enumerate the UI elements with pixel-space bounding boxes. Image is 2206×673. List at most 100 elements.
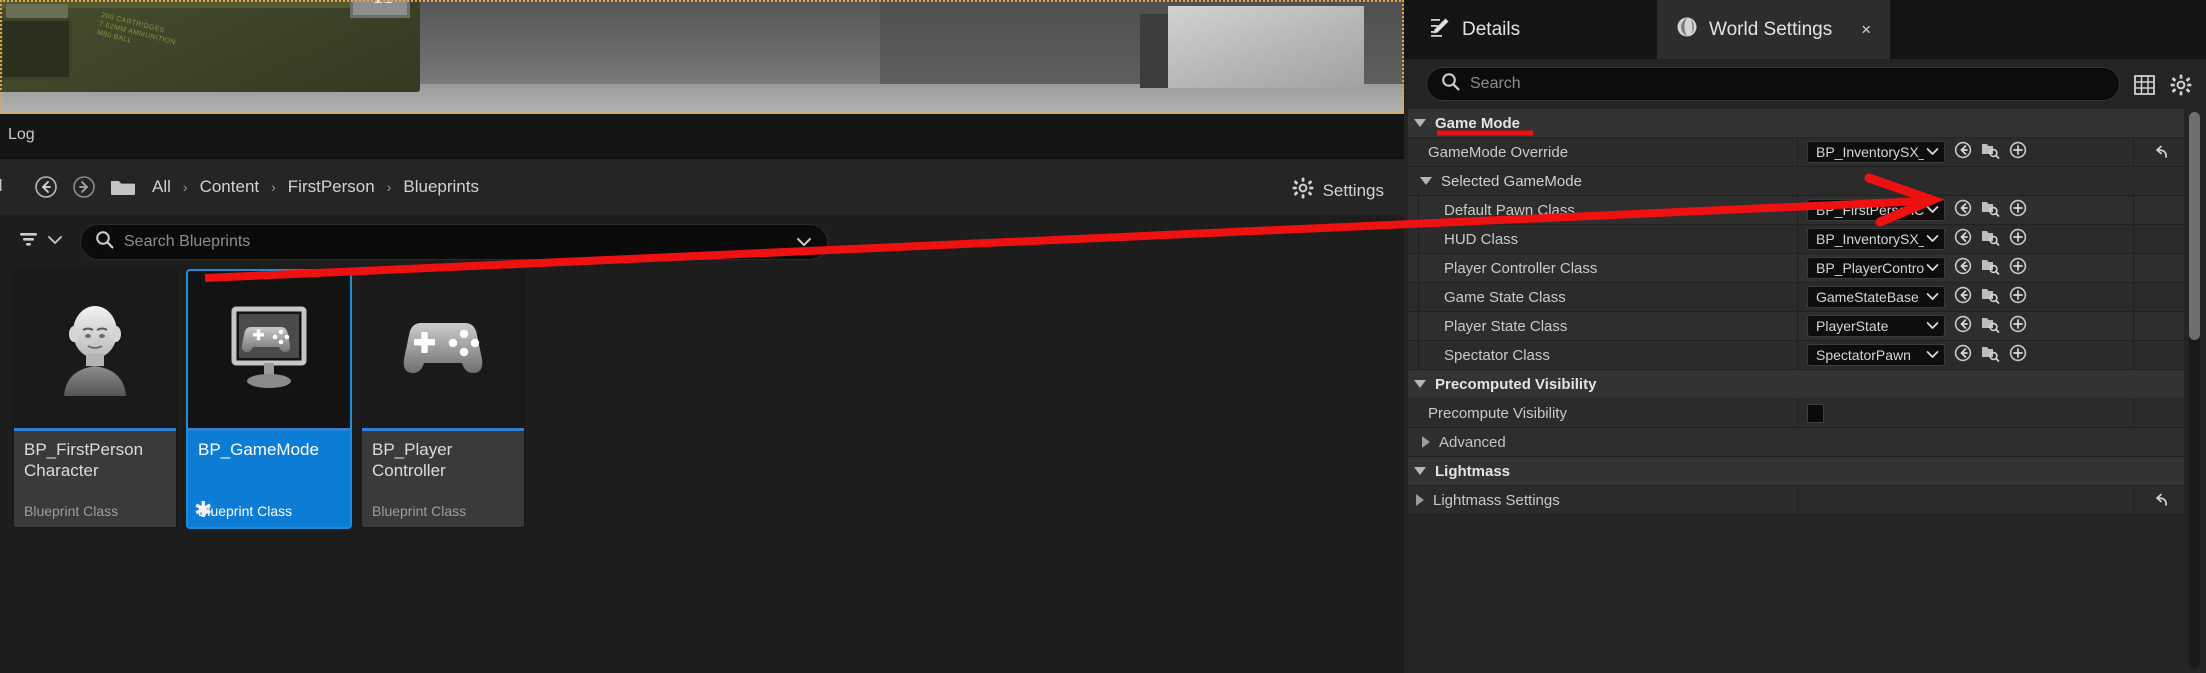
- chevron-down-icon: [1926, 259, 1939, 277]
- details-scrollbar[interactable]: [2189, 112, 2200, 668]
- create-new-asset-icon[interactable]: [2009, 228, 2027, 251]
- breadcrumb-item-all[interactable]: All: [142, 177, 181, 197]
- create-new-asset-icon[interactable]: [2009, 286, 2027, 309]
- tab-world-settings[interactable]: World Settings ×: [1657, 0, 1891, 59]
- log-panel-header[interactable]: Log: [0, 114, 1404, 159]
- search-input[interactable]: Search Blueprints: [80, 224, 828, 260]
- chevron-down-icon[interactable]: [795, 235, 813, 254]
- chevron-down-icon: [1926, 143, 1939, 161]
- player-state-class-combobox[interactable]: PlayerState: [1807, 315, 1945, 337]
- breadcrumb-item-blueprints[interactable]: Blueprints: [393, 177, 489, 197]
- reset-to-default-button[interactable]: [2134, 138, 2184, 166]
- property-value-cell: SpectatorPawn: [1798, 341, 2134, 369]
- breadcrumb-item-content[interactable]: Content: [190, 177, 270, 197]
- player-controller-class-combobox[interactable]: BP_PlayerControlle: [1807, 257, 1945, 279]
- details-pencil-icon: [1429, 16, 1451, 43]
- game-state-class-combobox[interactable]: GameStateBase: [1807, 286, 1945, 308]
- category-header-lightmass[interactable]: Lightmass: [1408, 457, 2184, 486]
- precompute-visibility-checkbox[interactable]: [1807, 403, 1824, 423]
- property-value-cell: PlayerState: [1798, 312, 2134, 340]
- content-browser-settings-button[interactable]: Settings: [1284, 173, 1392, 208]
- use-selected-asset-icon[interactable]: [1954, 228, 1972, 251]
- use-selected-asset-icon[interactable]: [1954, 344, 1972, 367]
- browse-to-asset-icon[interactable]: [1981, 199, 2000, 222]
- arrow-right-circle-icon[interactable]: [72, 175, 96, 199]
- asset-tile-bp-gamemode[interactable]: ✱ BP_GameMode Blueprint Class: [186, 269, 352, 529]
- details-search-input[interactable]: Search: [1426, 67, 2120, 101]
- create-new-asset-icon[interactable]: [2009, 199, 2027, 222]
- property-row-precompute-visibility[interactable]: Precompute Visibility: [1408, 399, 2184, 428]
- property-value-cell: BP_InventorySX_HU: [1798, 225, 2134, 253]
- asset-tile-bp-firstpersoncharacter[interactable]: BP_FirstPerson Character Blueprint Class: [12, 269, 178, 529]
- property-label: Player Controller Class: [1444, 259, 1598, 277]
- arrow-left-circle-icon[interactable]: [34, 175, 58, 199]
- reset-to-default-button[interactable]: [2134, 486, 2184, 514]
- use-selected-asset-icon[interactable]: [1954, 199, 1972, 222]
- create-new-asset-icon[interactable]: [2009, 141, 2027, 164]
- create-new-asset-icon[interactable]: [2009, 257, 2027, 280]
- hud-class-combobox[interactable]: BP_InventorySX_HU: [1807, 228, 1945, 250]
- property-name-cell: Lightmass Settings: [1408, 486, 1798, 514]
- viewport-block-side: [1140, 14, 1170, 88]
- default-pawn-class-combobox[interactable]: BP_FirstPersonCha: [1807, 199, 1945, 221]
- create-new-asset-icon[interactable]: [2009, 315, 2027, 338]
- category-header-game-mode[interactable]: Game Mode: [1408, 109, 2184, 138]
- ammo-box-latch: [0, 18, 72, 80]
- details-scrollbar-thumb[interactable]: [2189, 112, 2200, 340]
- property-row-spectator-class[interactable]: Spectator Class SpectatorPawn: [1408, 341, 2184, 370]
- property-row-hud-class[interactable]: HUD Class BP_InventorySX_HU: [1408, 225, 2184, 254]
- folder-icon[interactable]: [110, 177, 136, 202]
- browse-to-asset-icon[interactable]: [1981, 315, 2000, 338]
- asset-tile-bp-playercontroller[interactable]: BP_Player Controller Blueprint Class: [360, 269, 526, 529]
- asset-name: BP_Player Controller: [372, 440, 453, 480]
- use-selected-asset-icon[interactable]: [1954, 257, 1972, 280]
- use-selected-asset-icon[interactable]: [1954, 141, 1972, 164]
- browse-to-asset-icon[interactable]: [1981, 228, 2000, 251]
- use-selected-asset-icon[interactable]: [1954, 315, 1972, 338]
- property-row-game-state-class[interactable]: Game State Class GameStateBase: [1408, 283, 2184, 312]
- property-row-player-state-class[interactable]: Player State Class PlayerState: [1408, 312, 2184, 341]
- property-value-cell: BP_FirstPersonCha: [1798, 196, 2134, 224]
- subcategory-header-selected-gamemode[interactable]: Selected GameMode: [1408, 167, 2184, 196]
- property-value-cell: BP_PlayerControlle: [1798, 254, 2134, 282]
- chevron-down-icon: [1414, 467, 1426, 475]
- create-new-asset-icon[interactable]: [2009, 344, 2027, 367]
- close-icon[interactable]: ×: [1861, 20, 1871, 40]
- chevron-down-icon: [47, 233, 63, 251]
- property-label: GameMode Override: [1428, 143, 1569, 161]
- asset-tile-grid: BP_FirstPerson Character Blueprint Class: [12, 269, 526, 529]
- asset-name: BP_FirstPerson Character: [24, 440, 144, 480]
- property-row-gamemode-override[interactable]: GameMode Override BP_InventorySX_Ga: [1408, 138, 2184, 167]
- breadcrumb-separator: ›: [271, 179, 276, 195]
- property-name-cell: GameMode Override: [1408, 138, 1798, 166]
- reset-cell-empty: [2134, 283, 2184, 311]
- spectator-class-combobox[interactable]: SpectatorPawn: [1807, 344, 1945, 366]
- level-viewport[interactable]: 200 CARTRIDGES 7.62MM AMMUNITION M80 BAL…: [0, 0, 1404, 114]
- chevron-down-icon: [1926, 346, 1939, 364]
- tree-indent-guide: [1418, 196, 1419, 224]
- property-list: Game Mode GameMode Override BP_Inventory…: [1408, 109, 2184, 673]
- gear-icon[interactable]: [2170, 74, 2192, 101]
- use-selected-asset-icon[interactable]: [1954, 286, 1972, 309]
- browse-to-asset-icon[interactable]: [1981, 257, 2000, 280]
- property-name-cell: Player Controller Class: [1408, 254, 1798, 282]
- expander-lightmass-settings[interactable]: Lightmass Settings: [1408, 486, 2184, 515]
- expander-advanced[interactable]: Advanced: [1408, 428, 2184, 457]
- chevron-right-icon: [1416, 494, 1424, 506]
- category-header-precomputed-visibility[interactable]: Precomputed Visibility: [1408, 370, 2184, 399]
- property-row-player-controller-class[interactable]: Player Controller Class BP_PlayerControl…: [1408, 254, 2184, 283]
- property-name-cell: Spectator Class: [1408, 341, 1798, 369]
- property-row-default-pawn-class[interactable]: Default Pawn Class BP_FirstPersonCha: [1408, 196, 2184, 225]
- tab-world-settings-label: World Settings: [1709, 18, 1833, 40]
- browse-to-asset-icon[interactable]: [1981, 344, 2000, 367]
- search-icon: [1441, 72, 1460, 96]
- asset-info: BP_FirstPerson Character Blueprint Class: [14, 431, 176, 527]
- breadcrumb-item-firstperson[interactable]: FirstPerson: [278, 177, 385, 197]
- browse-to-asset-icon[interactable]: [1981, 286, 2000, 309]
- asset-filter-button[interactable]: [18, 229, 63, 254]
- grid-view-icon[interactable]: [2134, 75, 2155, 100]
- tab-details[interactable]: Details: [1410, 0, 1539, 59]
- browse-to-asset-icon[interactable]: [1981, 141, 2000, 164]
- combobox-value: GameStateBase: [1816, 289, 1919, 305]
- gamemode-override-combobox[interactable]: BP_InventorySX_Ga: [1807, 141, 1945, 163]
